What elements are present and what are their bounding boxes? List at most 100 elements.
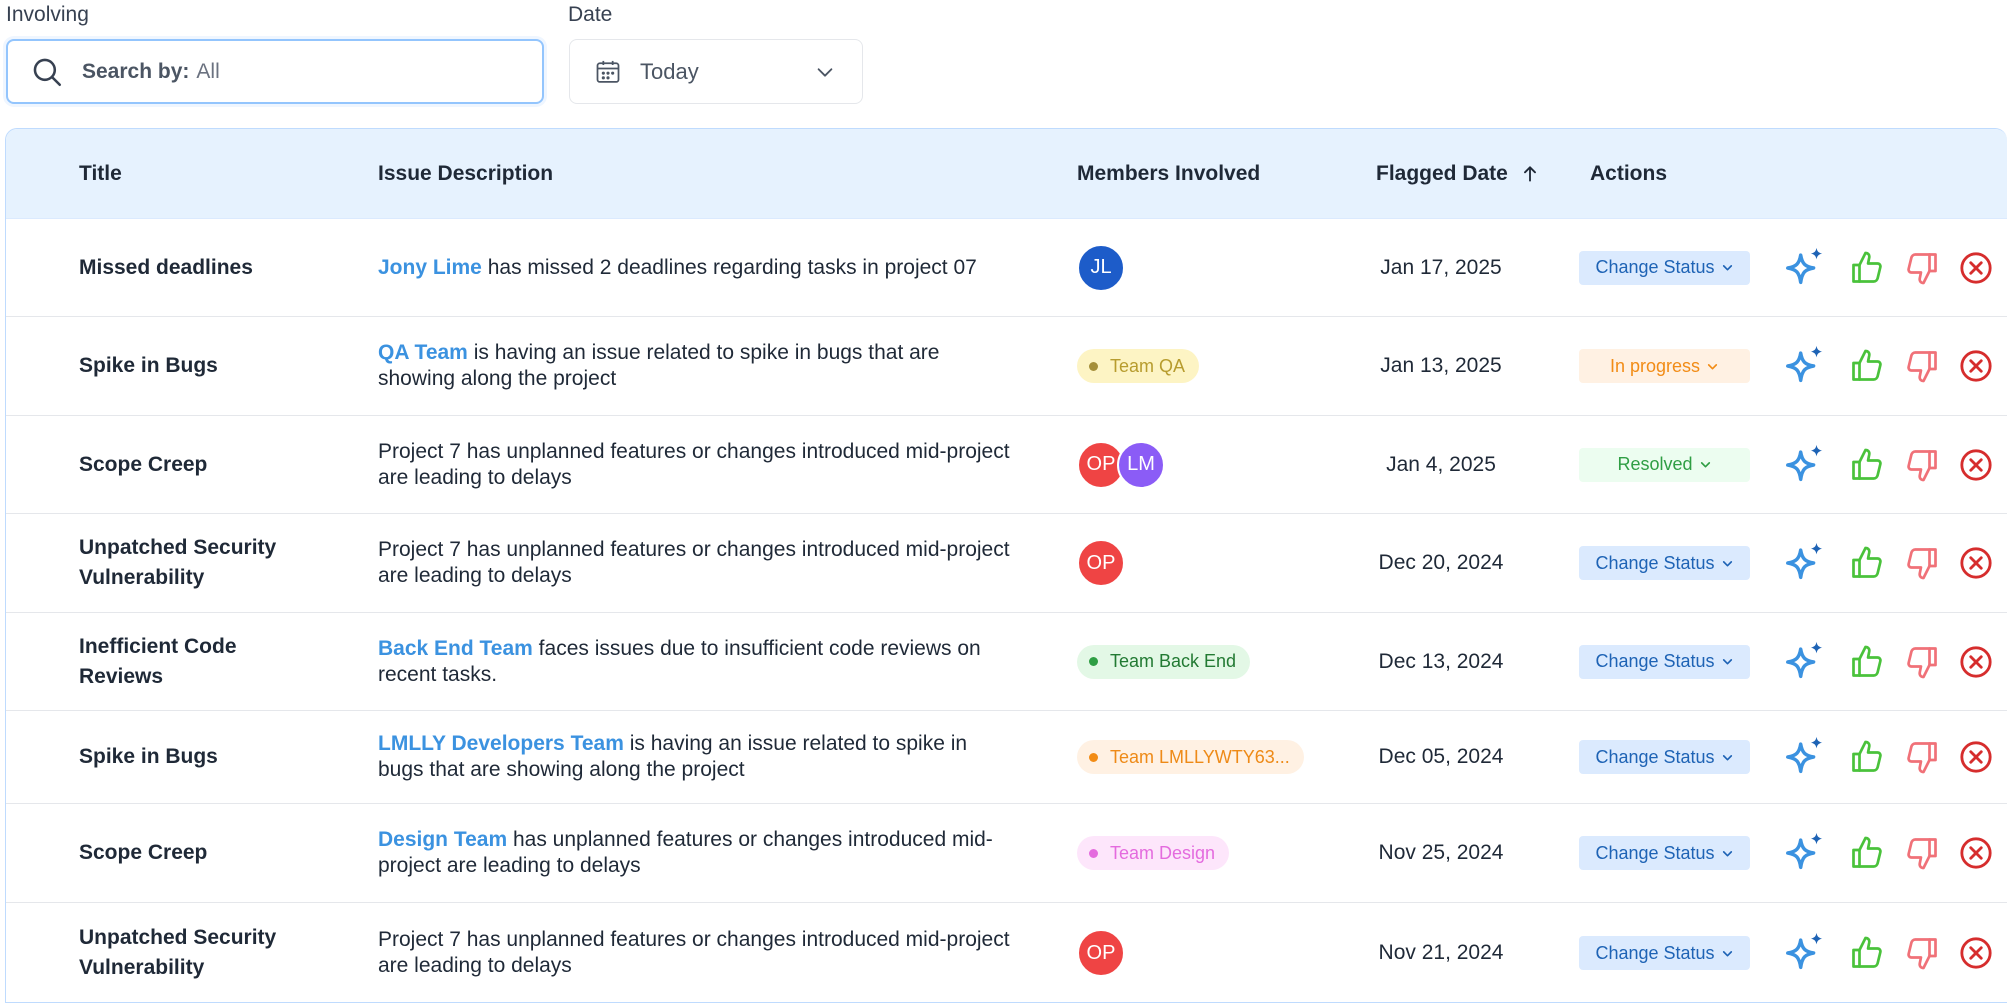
issue-description: Design Team has unplanned features or ch… (378, 804, 1018, 902)
thumbs-up-icon[interactable] (1849, 447, 1885, 483)
column-header-members[interactable]: Members Involved (1077, 129, 1260, 219)
team-label: Team QA (1110, 355, 1186, 376)
thumbs-down-icon[interactable] (1904, 835, 1940, 871)
reject-close-icon[interactable] (1959, 740, 1993, 774)
table-row[interactable]: Unpatched Security Vulnerability Project … (6, 903, 2007, 1002)
flagged-date: Dec 05, 2024 (1378, 745, 1504, 768)
reject-close-icon[interactable] (1959, 349, 1993, 383)
ai-sparkle-icon[interactable] (1782, 734, 1828, 780)
table-row[interactable]: Inefficient Code Reviews Back End Team fa… (6, 613, 2007, 711)
ai-sparkle-icon[interactable] (1782, 343, 1828, 389)
thumbs-down-icon[interactable] (1904, 545, 1940, 581)
thumbs-down-icon[interactable] (1904, 935, 1940, 971)
members-involved: OP LM (1077, 416, 1337, 513)
reject-close-icon[interactable] (1959, 836, 1993, 870)
ai-sparkle-icon[interactable] (1782, 245, 1828, 291)
table-row[interactable]: Scope Creep Project 7 has unplanned featu… (6, 416, 2007, 514)
arrow-up-icon[interactable] (1520, 164, 1540, 184)
flagged-date: Dec 13, 2024 (1378, 649, 1504, 673)
team-chip[interactable]: Team QA (1077, 349, 1200, 383)
flagged-date: Jan 13, 2025 (1380, 354, 1502, 377)
team-dot (1089, 752, 1098, 762)
description-highlight[interactable]: QA Team (378, 341, 468, 364)
table-row[interactable]: Unpatched Security Vulnerability Project … (6, 514, 2007, 613)
avatar[interactable]: OP (1077, 539, 1125, 587)
reject-close-icon[interactable] (1959, 251, 1993, 285)
reject-close-icon[interactable] (1959, 936, 1993, 970)
issue-title: Inefficient Code Reviews (79, 634, 237, 688)
thumbs-down-icon[interactable] (1904, 447, 1940, 483)
team-chip[interactable]: Team LMLLYWTY63... (1077, 740, 1304, 774)
team-chip[interactable]: Team Design (1077, 836, 1230, 870)
issue-title: Unpatched Security Vulnerability (79, 926, 277, 979)
description-text: Project 7 has unplanned features or chan… (378, 928, 1010, 977)
thumbs-down-icon[interactable] (1904, 250, 1940, 286)
date-select[interactable]: Today (569, 39, 863, 104)
table-row[interactable]: Spike in Bugs LMLLY Developers Team is ha… (6, 711, 2007, 804)
members-involved: Team LMLLYWTY63... (1077, 711, 1337, 803)
status-label: In progress (1609, 355, 1701, 376)
chevron-down-icon (1722, 754, 1732, 760)
reject-close-icon[interactable] (1959, 448, 1993, 482)
team-dot (1089, 361, 1098, 371)
change-status-dropdown[interactable]: In progress (1579, 349, 1750, 383)
thumbs-up-icon[interactable] (1849, 739, 1885, 775)
change-status-dropdown[interactable]: Change Status (1579, 740, 1750, 774)
members-involved: Team QA (1077, 317, 1337, 415)
description-highlight[interactable]: Design Team (378, 828, 513, 851)
table-row[interactable]: Scope Creep Design Team has unplanned fea… (6, 804, 2007, 903)
description-text: Project 7 has unplanned features or chan… (378, 439, 1010, 489)
issue-title: Scope Creep (79, 452, 208, 476)
change-status-dropdown[interactable]: Change Status (1579, 644, 1750, 679)
flagged-date-label: Flagged Date (1376, 162, 1508, 185)
reject-close-icon[interactable] (1959, 546, 1993, 580)
ai-sparkle-icon[interactable] (1782, 639, 1828, 685)
team-chip[interactable]: Team Back End (1077, 644, 1251, 679)
ai-sparkle-icon[interactable] (1782, 540, 1828, 586)
thumbs-up-icon[interactable] (1849, 835, 1885, 871)
avatar[interactable]: OP (1077, 929, 1125, 977)
description-highlight[interactable]: Back End Team (378, 637, 533, 660)
team-label: Team Design (1110, 842, 1216, 863)
thumbs-up-icon[interactable] (1849, 935, 1885, 971)
thumbs-up-icon[interactable] (1849, 348, 1885, 384)
ai-sparkle-icon[interactable] (1782, 930, 1828, 976)
change-status-dropdown[interactable]: Change Status (1579, 250, 1750, 285)
avatar[interactable]: JL (1077, 243, 1125, 292)
change-status-dropdown[interactable]: Change Status (1579, 836, 1750, 870)
table-row[interactable]: Missed deadlines Jony Lime has missed 2 d… (6, 219, 2007, 317)
flagged-date: Jan 17, 2025 (1380, 255, 1502, 279)
thumbs-down-icon[interactable] (1904, 348, 1940, 384)
status-label: Change Status (1595, 651, 1715, 671)
chevron-down-icon (1722, 560, 1732, 566)
ai-sparkle-icon[interactable] (1782, 442, 1828, 488)
status-label: Change Status (1595, 942, 1715, 963)
thumbs-up-icon[interactable] (1849, 644, 1885, 680)
flagged-date: Nov 21, 2024 (1378, 941, 1504, 964)
search-input[interactable]: Search by: All (6, 39, 544, 104)
table-row[interactable]: Spike in Bugs QA Team is having an issue … (6, 317, 2007, 416)
thumbs-up-icon[interactable] (1849, 250, 1885, 286)
column-header-flagged-date[interactable]: Flagged Date (1376, 129, 1540, 219)
reject-close-icon[interactable] (1959, 645, 1993, 679)
description-highlight[interactable]: Jony Lime (378, 256, 482, 279)
description-highlight[interactable]: LMLLY Developers Team (378, 732, 624, 755)
thumbs-down-icon[interactable] (1904, 644, 1940, 680)
row-actions (1774, 711, 2007, 803)
change-status-dropdown[interactable]: Resolved (1579, 447, 1750, 482)
thumbs-down-icon[interactable] (1904, 739, 1940, 775)
issue-title: Missed deadlines (79, 255, 253, 279)
flagged-date: Nov 25, 2024 (1378, 841, 1504, 864)
chevron-down-icon (1722, 265, 1732, 271)
issue-description: Back End Team faces issues due to insuff… (378, 613, 1018, 710)
change-status-dropdown[interactable]: Change Status (1579, 936, 1750, 970)
members-involved: Team Design (1077, 804, 1337, 902)
members-involved: Team Back End (1077, 613, 1337, 710)
ai-sparkle-icon[interactable] (1782, 830, 1828, 876)
change-status-dropdown[interactable]: Change Status (1579, 546, 1750, 580)
column-header-description[interactable]: Issue Description (378, 129, 553, 219)
avatar[interactable]: LM (1117, 440, 1165, 489)
thumbs-up-icon[interactable] (1849, 545, 1885, 581)
column-header-title[interactable]: Title (79, 129, 122, 219)
calendar-icon (596, 60, 620, 83)
